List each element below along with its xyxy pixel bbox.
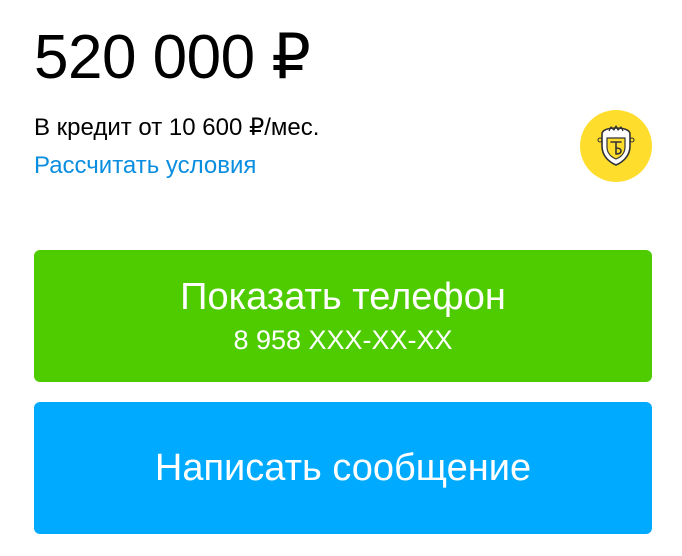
send-message-button[interactable]: Написать сообщение — [34, 402, 652, 534]
calculate-credit-link[interactable]: Рассчитать условия — [34, 150, 256, 182]
show-phone-label: Показать телефон — [180, 276, 506, 318]
price: 520 000 ₽ — [34, 23, 311, 92]
tinkoff-bank-logo-icon — [597, 125, 635, 166]
credit-info: В кредит от 10 600 ₽/мес. — [34, 114, 320, 141]
show-phone-button[interactable]: Показать телефон 8 958 XXX-XX-XX — [34, 250, 652, 382]
bank-logo[interactable] — [580, 110, 652, 182]
masked-phone-number: 8 958 XXX-XX-XX — [233, 325, 453, 355]
send-message-label: Написать сообщение — [154, 447, 532, 489]
